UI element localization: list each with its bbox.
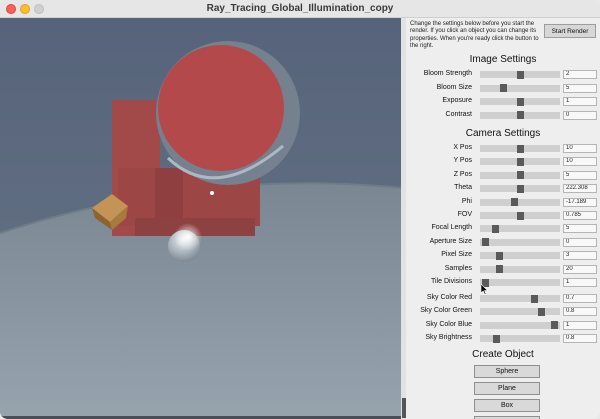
phi-slider[interactable] <box>480 198 560 207</box>
window-title: Ray_Tracing_Global_Illumination_copy <box>206 3 394 14</box>
image-settings-title: Image Settings <box>469 54 537 65</box>
instructions-text: Change the settings below before you sta… <box>410 21 539 50</box>
create-plane-button[interactable]: Plane <box>474 382 540 395</box>
tile-divisions-value-field[interactable]: 1 <box>563 278 597 287</box>
tile-divisions-label: Tile Divisions <box>431 278 472 285</box>
samples-slider-handle[interactable] <box>496 265 503 274</box>
tile-divisions-slider[interactable] <box>480 278 560 287</box>
render-canvas[interactable] <box>0 18 402 419</box>
focal-length-label: Focal Length <box>431 224 472 232</box>
fov-value-field[interactable]: 0.785 <box>563 211 597 220</box>
aperture-size-value-field[interactable]: 0 <box>563 237 597 247</box>
contrast-slider-handle[interactable] <box>517 111 524 120</box>
bloom-size-value-field[interactable]: 5 <box>563 83 597 93</box>
sky-color-green-value-field[interactable]: 0.8 <box>563 307 597 317</box>
sky-color-red-value-field[interactable]: 0.7 <box>563 294 597 303</box>
theta-label: Theta <box>454 184 472 192</box>
create-sphere-button[interactable]: Sphere <box>474 365 540 378</box>
bloom-strength-label: Bloom Strength <box>423 70 472 77</box>
phi-slider-handle[interactable] <box>511 198 518 207</box>
samples-label: Samples <box>444 264 472 272</box>
sky-brightness-slider[interactable] <box>480 334 560 343</box>
pixel-size-value-field[interactable]: 3 <box>563 251 597 261</box>
sky-brightness-value-field[interactable]: 0.8 <box>563 334 597 344</box>
theta-slider-handle[interactable] <box>517 184 524 193</box>
x-pos-slider-handle[interactable] <box>517 144 524 153</box>
sky-brightness-slider-handle[interactable] <box>493 334 500 343</box>
phi-value-field[interactable]: -17.189 <box>563 197 597 207</box>
x-pos-value-field[interactable]: 10 <box>563 144 597 153</box>
sky-color-blue-label: Sky Color Blue <box>425 320 472 328</box>
start-render-button[interactable]: Start Render <box>544 24 596 38</box>
create-box-button[interactable]: Box <box>474 399 540 412</box>
large-sphere[interactable] <box>156 41 300 185</box>
settings-panel: Change the settings below before you sta… <box>406 18 600 419</box>
focal-length-slider[interactable] <box>480 224 560 233</box>
sky-color-blue-value-field[interactable]: 1 <box>563 320 597 330</box>
pixel-size-label: Pixel Size <box>441 251 472 259</box>
aperture-size-slider[interactable] <box>480 238 560 247</box>
aperture-size-slider-handle[interactable] <box>482 238 489 247</box>
fov-label: FOV <box>457 211 472 218</box>
focal-length-value-field[interactable]: 5 <box>563 224 597 234</box>
phi-label: Phi <box>461 197 472 205</box>
bloom-size-label: Bloom Size <box>436 83 472 91</box>
z-pos-label: Z Pos <box>453 170 472 178</box>
theta-value-field[interactable]: 222.308 <box>563 184 597 194</box>
sky-brightness-label: Sky Brightness <box>425 334 472 342</box>
sky-color-red-slider-handle[interactable] <box>531 294 538 303</box>
camera-settings-title: Camera Settings <box>465 128 541 139</box>
contrast-value-field[interactable]: 0 <box>563 110 597 120</box>
y-pos-slider[interactable] <box>480 157 560 166</box>
sky-color-red-label: Sky Color Red <box>426 294 472 301</box>
exposure-label: Exposure <box>442 97 472 105</box>
z-pos-slider[interactable] <box>480 171 560 180</box>
create-object-title: Create Object <box>472 349 534 360</box>
z-pos-slider-handle[interactable] <box>517 171 524 180</box>
y-pos-slider-handle[interactable] <box>517 157 524 166</box>
contrast-label: Contrast <box>445 110 472 118</box>
z-pos-value-field[interactable]: 5 <box>563 170 597 180</box>
fov-slider[interactable] <box>480 211 560 220</box>
sky-color-green-slider-handle[interactable] <box>538 307 545 316</box>
sky-color-green-label: Sky Color Green <box>420 307 472 315</box>
samples-slider[interactable] <box>480 265 560 274</box>
pixel-size-slider-handle[interactable] <box>496 251 503 260</box>
pixel-size-slider[interactable] <box>480 251 560 260</box>
mouse-cursor-icon <box>481 284 489 295</box>
sky-color-red-slider[interactable] <box>480 294 560 303</box>
bloom-size-slider[interactable] <box>480 84 560 93</box>
sky-color-blue-slider-handle[interactable] <box>551 321 558 330</box>
aperture-size-label: Aperture Size <box>429 237 472 245</box>
contrast-slider[interactable] <box>480 111 560 120</box>
render-viewport[interactable] <box>0 18 402 419</box>
x-pos-label: X Pos <box>453 144 472 151</box>
bloom-strength-slider[interactable] <box>480 70 560 79</box>
theta-slider[interactable] <box>480 184 560 193</box>
y-pos-label: Y Pos <box>453 157 472 165</box>
fov-slider-handle[interactable] <box>517 211 524 220</box>
sky-color-blue-slider[interactable] <box>480 321 560 330</box>
y-pos-value-field[interactable]: 10 <box>563 157 597 167</box>
bloom-strength-slider-handle[interactable] <box>517 70 524 79</box>
app-window: Ray_Tracing_Global_Illumination_copy Cha… <box>0 0 600 419</box>
sky-color-green-slider[interactable] <box>480 307 560 316</box>
bloom-strength-value-field[interactable]: 2 <box>563 70 597 79</box>
focal-length-slider-handle[interactable] <box>492 224 499 233</box>
x-pos-slider[interactable] <box>480 144 560 153</box>
title-bar: Ray_Tracing_Global_Illumination_copy <box>0 0 600 18</box>
bloom-size-slider-handle[interactable] <box>500 84 507 93</box>
exposure-value-field[interactable]: 1 <box>563 97 597 107</box>
exposure-slider-handle[interactable] <box>517 97 524 106</box>
exposure-slider[interactable] <box>480 97 560 106</box>
light-highlight <box>210 191 214 195</box>
samples-value-field[interactable]: 20 <box>563 264 597 274</box>
